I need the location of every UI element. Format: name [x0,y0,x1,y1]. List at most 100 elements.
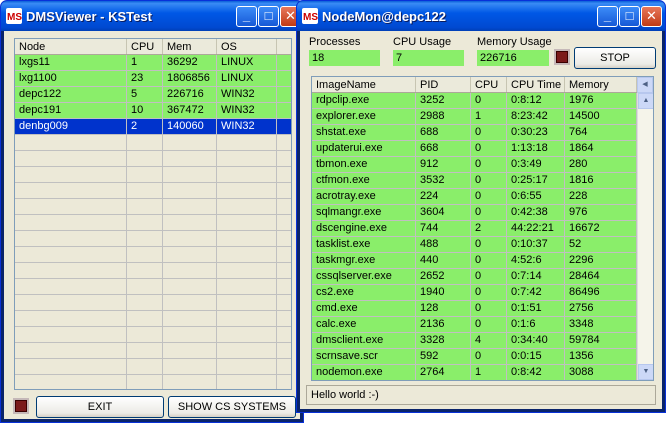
table-cell: 23 [127,71,163,86]
empty-row [15,295,291,311]
scroll-up-icon[interactable]: ▲ [638,93,653,109]
empty-cell [217,135,277,150]
maximize-icon[interactable]: □ [619,6,640,27]
table-row[interactable]: lxgs11 1 36292 LINUX [15,55,291,71]
scroll-down-icon[interactable]: ▼ [638,364,653,380]
table-cell: 0:6:55 [507,189,565,204]
table-cell: 440 [416,253,471,268]
exit-button[interactable]: EXIT [36,396,164,418]
empty-cell [217,199,277,214]
table-cell: 0:1:51 [507,301,565,316]
stop-button[interactable]: STOP [574,47,656,69]
table-row[interactable]: scrnsave.scr 592 0 0:0:15 1356 [312,349,637,365]
empty-cell [163,215,217,230]
table-row[interactable]: acrotray.exe 224 0 0:6:55 228 [312,189,637,205]
empty-row [15,167,291,183]
vertical-scrollbar[interactable]: ▲ ▼ [637,93,653,380]
column-header[interactable]: PID [416,77,471,92]
table-cell: WIN32 [217,119,277,134]
empty-cell [163,183,217,198]
table-row[interactable]: shstat.exe 688 0 0:30:23 764 [312,125,637,141]
table-row[interactable]: calc.exe 2136 0 0:1:6 3348 [312,317,637,333]
empty-cell [127,279,163,294]
empty-cell [163,135,217,150]
table-row[interactable]: tasklist.exe 488 0 0:10:37 52 [312,237,637,253]
table-cell: updaterui.exe [312,141,416,156]
table-cell: 2756 [565,301,637,316]
table-row[interactable]: cs2.exe 1940 0 0:7:42 86496 [312,285,637,301]
table-row[interactable]: lxg1100 23 1806856 LINUX [15,71,291,87]
table-row[interactable]: explorer.exe 2988 1 8:23:42 14500 [312,109,637,125]
table-row[interactable]: sqlmangr.exe 3604 0 0:42:38 976 [312,205,637,221]
empty-cell [127,311,163,326]
table-cell: depc122 [15,87,127,102]
table-row[interactable]: dmsclient.exe 3328 4 0:34:40 59784 [312,333,637,349]
show-cs-systems-button[interactable]: SHOW CS SYSTEMS [168,396,296,418]
node-table[interactable]: Node CPU Mem OS lxgs11 1 36292 LINUX lxg1100… [14,38,292,390]
minimize-icon[interactable]: _ [236,6,257,27]
stop-indicator-icon[interactable] [13,398,29,414]
table-cell: 2988 [416,109,471,124]
table-cell: 2136 [416,317,471,332]
table-row[interactable]: updaterui.exe 668 0 1:13:18 1864 [312,141,637,157]
table-cell: 744 [416,221,471,236]
process-table[interactable]: ImageName PID CPU CPU Time Memory rdpcli… [311,76,654,381]
empty-cell [15,311,127,326]
empty-row [15,247,291,263]
minimize-icon[interactable]: _ [597,6,618,27]
table-cell: 0:30:23 [507,125,565,140]
empty-cell [15,375,127,389]
empty-cell [217,295,277,310]
table-cell: 36292 [163,55,217,70]
column-header[interactable]: Node [15,39,127,54]
column-header[interactable]: CPU [127,39,163,54]
table-row[interactable]: rdpclip.exe 3252 0 0:8:12 1976 [312,93,637,109]
table-header: ImageName PID CPU CPU Time Memory [312,77,653,93]
column-header[interactable]: CPU [471,77,507,92]
table-cell: 0 [471,141,507,156]
window-title: NodeMon@depc122 [322,9,446,24]
empty-row [15,215,291,231]
close-icon[interactable]: ✕ [641,6,662,27]
table-row[interactable]: ctfmon.exe 3532 0 0:25:17 1816 [312,173,637,189]
empty-row [15,135,291,151]
empty-cell [15,359,127,374]
table-cell: 1816 [565,173,637,188]
maximize-icon[interactable]: □ [258,6,279,27]
empty-cell [217,231,277,246]
table-row[interactable]: nodemon.exe 2764 1 0:8:42 3088 [312,365,637,380]
dmsviewer-titlebar[interactable]: MS DMSViewer - KSTest _ □ ✕ [1,1,303,31]
table-cell: denbg009 [15,119,127,134]
column-header[interactable]: CPU Time [507,77,565,92]
empty-cell [163,231,217,246]
table-cell: 86496 [565,285,637,300]
empty-cell [163,359,217,374]
table-cell: 1:13:18 [507,141,565,156]
table-cell: 2296 [565,253,637,268]
column-header[interactable]: Memory [565,77,637,92]
table-row[interactable]: depc122 5 226716 WIN32 [15,87,291,103]
column-header[interactable]: OS [217,39,277,54]
empty-cell [15,231,127,246]
table-row[interactable]: cmd.exe 128 0 0:1:51 2756 [312,301,637,317]
stop-indicator-icon[interactable] [554,49,570,65]
table-cell: 912 [416,157,471,172]
table-row[interactable]: taskmgr.exe 440 0 4:52:6 2296 [312,253,637,269]
header-scroll-button[interactable]: ◀ [637,77,653,93]
column-header[interactable]: ImageName [312,77,416,92]
table-row[interactable]: cssqlserver.exe 2652 0 0:7:14 28464 [312,269,637,285]
table-cell: WIN32 [217,87,277,102]
table-row[interactable]: depc191 10 367472 WIN32 [15,103,291,119]
table-cell: 367472 [163,103,217,118]
table-row[interactable]: dscengine.exe 744 2 44:22:21 16672 [312,221,637,237]
column-header[interactable]: Mem [163,39,217,54]
svg-text:MS: MS [7,12,22,23]
table-cell: 1864 [565,141,637,156]
table-cell: 0:34:40 [507,333,565,348]
table-row[interactable]: tbmon.exe 912 0 0:3:49 280 [312,157,637,173]
ms-app-icon: MS [6,8,22,24]
empty-cell [217,375,277,389]
table-cell: tasklist.exe [312,237,416,252]
nodemon-titlebar[interactable]: MS NodeMon@depc122 _ □ ✕ [297,1,665,31]
table-row[interactable]: denbg009 2 140060 WIN32 [15,119,291,135]
